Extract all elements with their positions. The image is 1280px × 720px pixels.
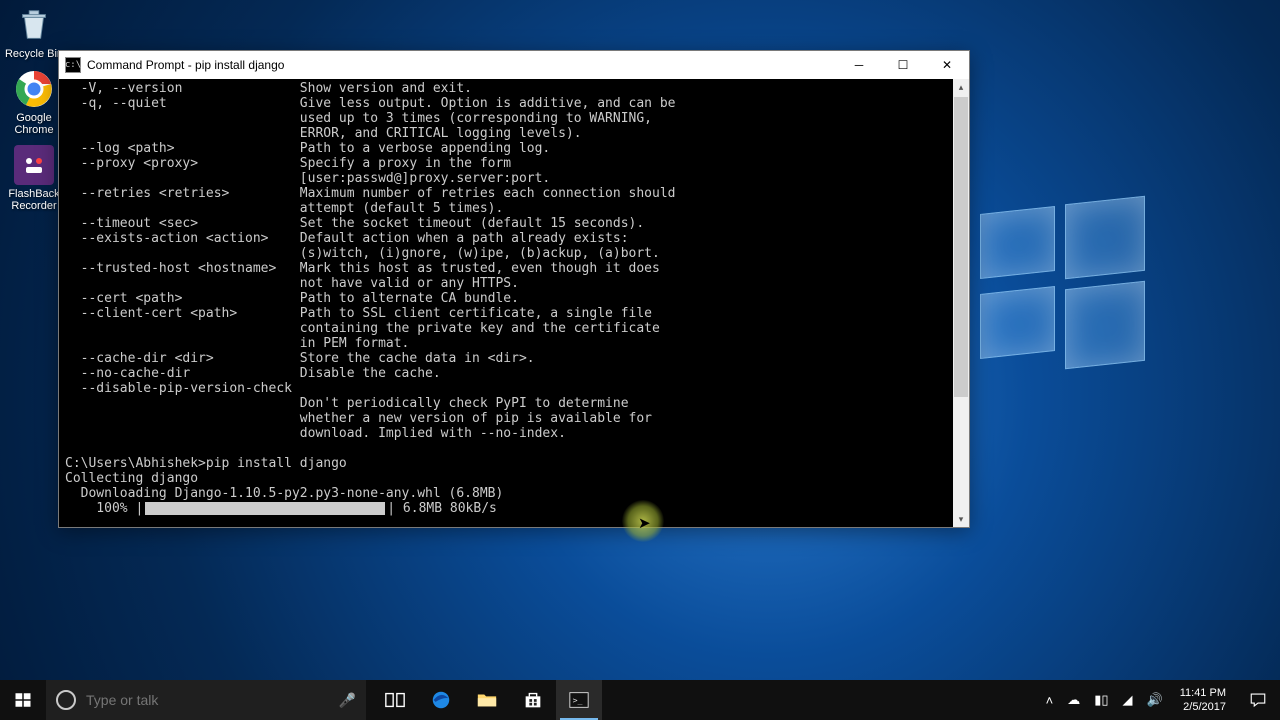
start-button[interactable] — [0, 680, 46, 720]
tray-volume-icon[interactable]: 🔊 — [1142, 692, 1168, 708]
microphone-icon[interactable]: 🎤 — [339, 692, 356, 709]
tray-clock[interactable]: 11:41 PM 2/5/2017 — [1172, 686, 1234, 714]
tray-wifi-icon[interactable]: ◢ — [1118, 692, 1138, 708]
action-center-button[interactable] — [1238, 691, 1278, 709]
flashback-icon — [13, 144, 55, 186]
taskbar: 🎤 >_ ˄ ☁ ▮▯ ◢ 🔊 11:41 PM 2/5/2017 — [0, 680, 1280, 720]
desktop-icon-google-chrome[interactable]: Google Chrome — [4, 68, 64, 136]
taskbar-apps: >_ — [372, 680, 602, 720]
minimize-button[interactable]: ─ — [837, 51, 881, 79]
search-input[interactable] — [86, 692, 329, 708]
chrome-icon — [13, 68, 55, 110]
task-view-button[interactable] — [372, 680, 418, 720]
tray-time: 11:41 PM — [1180, 686, 1226, 700]
scroll-down-button[interactable]: ▾ — [953, 511, 969, 527]
cortana-icon — [56, 690, 76, 710]
taskbar-file-explorer[interactable] — [464, 680, 510, 720]
taskbar-edge[interactable] — [418, 680, 464, 720]
command-prompt-window[interactable]: c:\ Command Prompt - pip install django … — [58, 50, 970, 528]
recycle-bin-icon — [13, 4, 55, 46]
maximize-button[interactable]: ☐ — [881, 51, 925, 79]
tray-onedrive-icon[interactable]: ☁ — [1062, 692, 1085, 708]
taskbar-cmd[interactable]: >_ — [556, 680, 602, 720]
desktop-icon-flashback[interactable]: FlashBack Recorder — [4, 144, 64, 212]
desktop-icon-label: Recycle Bin — [4, 48, 64, 60]
cmd-icon: c:\ — [65, 57, 81, 73]
titlebar[interactable]: c:\ Command Prompt - pip install django … — [59, 51, 969, 79]
scroll-thumb[interactable] — [954, 97, 968, 397]
progress-bar — [145, 502, 385, 515]
terminal-output[interactable]: -V, --version Show version and exit. -q,… — [59, 79, 953, 527]
scrollbar[interactable]: ▴ ▾ — [953, 79, 969, 527]
window-title: Command Prompt - pip install django — [87, 58, 837, 72]
tray-date: 2/5/2017 — [1180, 700, 1226, 714]
scroll-up-button[interactable]: ▴ — [953, 79, 969, 95]
taskbar-store[interactable] — [510, 680, 556, 720]
desktop-icon-label: Google Chrome — [4, 112, 64, 136]
desktop-icon-label: FlashBack Recorder — [4, 188, 64, 212]
wallpaper-windows-logo — [980, 200, 1150, 370]
search-box[interactable]: 🎤 — [46, 680, 366, 720]
desktop-icons: Recycle Bin Google Chrome FlashBack Reco… — [4, 4, 64, 212]
desktop-icon-recycle-bin[interactable]: Recycle Bin — [4, 4, 64, 60]
svg-text:>_: >_ — [573, 695, 583, 705]
close-button[interactable]: ✕ — [925, 51, 969, 79]
system-tray: ˄ ☁ ▮▯ ◢ 🔊 11:41 PM 2/5/2017 — [1041, 680, 1280, 720]
tray-battery-icon[interactable]: ▮▯ — [1089, 692, 1113, 708]
tray-show-hidden-icons[interactable]: ˄ — [1041, 693, 1059, 708]
terminal-body[interactable]: -V, --version Show version and exit. -q,… — [59, 79, 969, 527]
